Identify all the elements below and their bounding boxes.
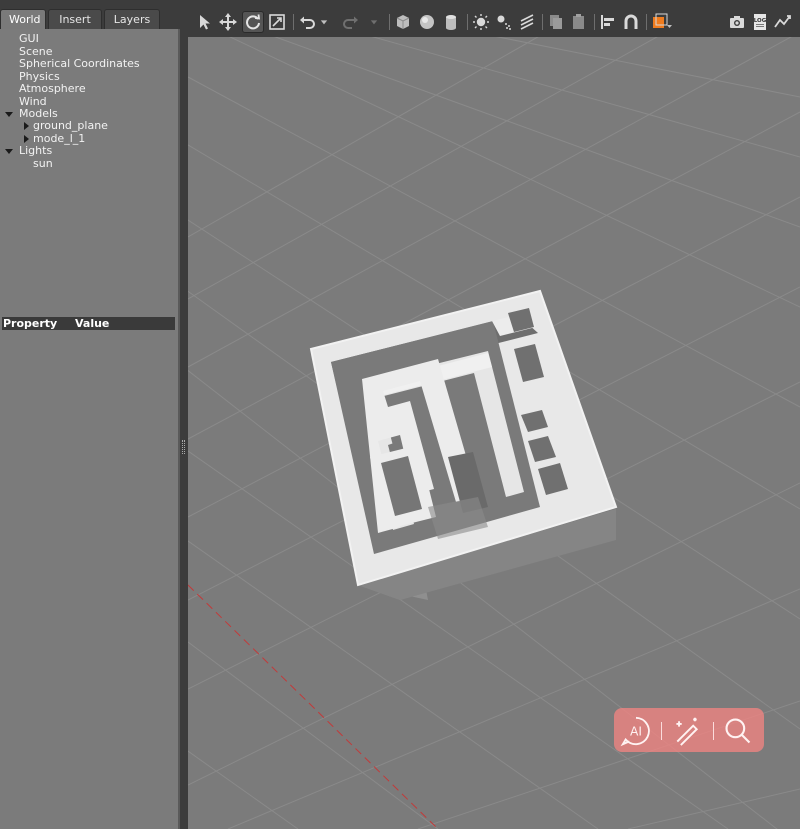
overlay-divider [661,722,662,740]
directional-light-icon[interactable] [516,11,538,33]
redo-dropdown-icon[interactable] [368,11,380,33]
translate-icon[interactable] [217,11,239,33]
ai-label: AI [630,725,642,739]
expand-arrow-ground-plane-icon[interactable] [24,122,29,130]
log-label: LOG [754,18,767,24]
cylinder-icon[interactable] [440,11,462,33]
tab-layers[interactable]: Layers [104,9,160,29]
overlay-divider [713,722,714,740]
maze-model[interactable] [309,289,618,600]
snap-magnet-icon[interactable] [620,11,642,33]
spot-light-icon[interactable] [493,11,515,33]
tree-item-atmosphere[interactable]: Atmosphere [19,83,86,95]
align-icon[interactable] [597,11,619,33]
select-arrow-icon[interactable] [194,11,216,33]
toolbar-separator [467,14,468,30]
screenshot-icon[interactable] [726,11,748,33]
x-axis-line [188,584,439,829]
magic-wand-icon[interactable] [670,714,704,748]
paste-icon[interactable] [568,11,590,33]
plot-icon[interactable] [772,11,794,33]
world-tree: GUI Scene Spherical Coordinates Physics … [0,29,180,314]
left-panel: World Insert Layers GUI Scene Spherical … [0,0,180,829]
toolbar: LOG [188,9,800,35]
toolbar-separator [594,14,595,30]
scale-icon[interactable] [266,11,288,33]
undo-dropdown-icon[interactable] [318,11,330,33]
expand-arrow-model-1-icon[interactable] [24,135,29,143]
toolbar-separator [389,14,390,30]
log-icon[interactable]: LOG [749,11,771,33]
value-column-header[interactable]: Value [75,317,109,330]
toolbar-separator [542,14,543,30]
3d-viewport[interactable]: AI [188,37,800,829]
property-panel: Property Value [0,314,180,829]
view-angle-icon[interactable] [649,11,675,33]
toolbar-separator [646,14,647,30]
redo-icon[interactable] [340,11,362,33]
tree-item-gui[interactable]: GUI [19,33,39,45]
tab-world[interactable]: World [0,9,46,29]
search-icon[interactable] [721,714,755,748]
ai-toolbar-overlay: AI [614,708,764,752]
expand-arrow-models-icon[interactable] [5,112,13,117]
splitter-grip-icon[interactable] [182,440,185,454]
property-column-header[interactable]: Property [3,317,57,330]
tree-item-spherical-coordinates[interactable]: Spherical Coordinates [19,58,140,70]
tab-insert[interactable]: Insert [48,9,102,29]
tree-item-ground-plane[interactable]: ground_plane [33,120,108,132]
panel-tabs: World Insert Layers [0,9,162,29]
box-icon[interactable] [392,11,414,33]
toolbar-separator [293,14,294,30]
panel-splitter[interactable] [180,0,188,829]
undo-icon[interactable] [296,11,318,33]
property-table-header: Property Value [2,317,175,330]
ai-assistant-icon[interactable]: AI [619,714,653,748]
rotate-icon[interactable] [242,11,264,33]
tree-item-sun[interactable]: sun [33,158,53,170]
tree-item-lights[interactable]: Lights [19,145,52,157]
expand-arrow-lights-icon[interactable] [5,149,13,154]
sphere-icon[interactable] [416,11,438,33]
copy-icon[interactable] [545,11,567,33]
point-light-icon[interactable] [470,11,492,33]
